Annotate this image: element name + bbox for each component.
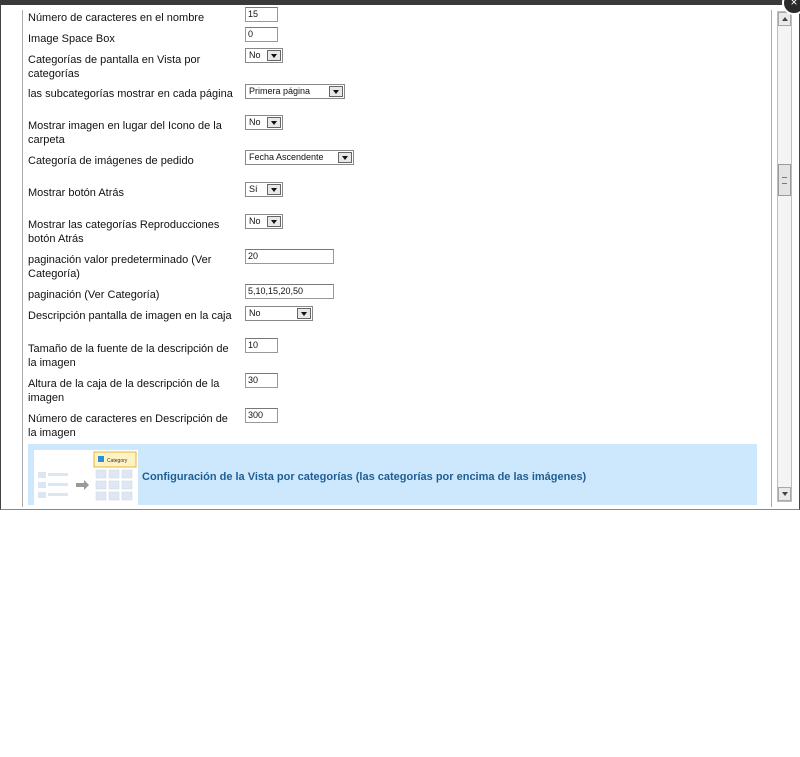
image-instead-folder-select[interactable]: No xyxy=(245,115,283,130)
setting-label: Número de caracteres en Descripción de l… xyxy=(28,413,228,439)
select-value: No xyxy=(249,308,261,318)
select-value: Primera página xyxy=(249,86,311,96)
chevron-down-icon xyxy=(297,308,311,319)
setting-label: Mostrar las categorías Reproducciones bo… xyxy=(28,219,220,245)
select-value: No xyxy=(249,117,261,127)
setting-label: Categorías de pantalla en Vista por cate… xyxy=(28,54,201,80)
select-value: Fecha Ascendente xyxy=(249,152,324,162)
scroll-down-button[interactable] xyxy=(778,487,791,501)
setting-label: Categoría de imágenes de pedido xyxy=(28,155,194,167)
display-categories-select[interactable]: No xyxy=(245,48,283,63)
select-value: No xyxy=(249,50,261,60)
vertical-scrollbar[interactable] xyxy=(777,11,792,502)
subcategories-page-select[interactable]: Primera página xyxy=(245,84,345,99)
thumb-category-label: Category xyxy=(107,458,128,464)
setting-label: Mostrar imagen en lugar del Icono de la … xyxy=(28,120,222,146)
description-box-select[interactable]: No xyxy=(245,306,313,321)
description-chars-input[interactable]: 300 xyxy=(245,408,278,423)
chevron-down-icon xyxy=(338,152,352,163)
image-space-box-input[interactable]: 0 xyxy=(245,27,278,42)
setting-label: Tamaño de la fuente de la descripción de… xyxy=(28,343,229,369)
setting-label: las subcategorías mostrar en cada página xyxy=(28,88,233,100)
chevron-down-icon xyxy=(267,50,281,61)
chevron-down-icon xyxy=(267,216,281,227)
name-chars-input[interactable]: 15 xyxy=(245,7,278,22)
description-box-height-input[interactable]: 30 xyxy=(245,373,278,388)
setting-label: Descripción pantalla de imagen en la caj… xyxy=(28,310,232,322)
select-value: Sí xyxy=(249,184,258,194)
chevron-down-icon xyxy=(267,117,281,128)
category-view-section-banner[interactable]: Category Configuración de la Vista por c… xyxy=(28,444,757,505)
setting-label: Número de caracteres en el nombre xyxy=(28,12,205,24)
chevron-down-icon xyxy=(329,86,343,97)
category-view-illustration: Category xyxy=(34,450,138,505)
setting-label: paginación (Ver Categoría) xyxy=(28,289,160,301)
setting-label: paginación valor predeterminado (Ver Cat… xyxy=(28,254,212,280)
setting-label: Image Space Box xyxy=(28,33,115,45)
setting-label: Mostrar botón Atrás xyxy=(28,187,124,199)
select-value: No xyxy=(249,216,261,226)
pagination-default-input[interactable]: 20 xyxy=(245,249,334,264)
categories-back-button-select[interactable]: No xyxy=(245,214,283,229)
setting-label: Altura de la caja de la descripción de l… xyxy=(28,378,220,404)
category-view-thumbnail: Category xyxy=(34,450,138,505)
chevron-down-icon xyxy=(267,184,281,195)
pagination-input[interactable]: 5,10,15,20,50 xyxy=(245,284,334,299)
image-order-select[interactable]: Fecha Ascendente xyxy=(245,150,354,165)
back-button-select[interactable]: Sí xyxy=(245,182,283,197)
scrollbar-thumb[interactable] xyxy=(778,164,791,196)
description-font-size-input[interactable]: 10 xyxy=(245,338,278,353)
section-title[interactable]: Configuración de la Vista por categorías… xyxy=(142,471,586,483)
